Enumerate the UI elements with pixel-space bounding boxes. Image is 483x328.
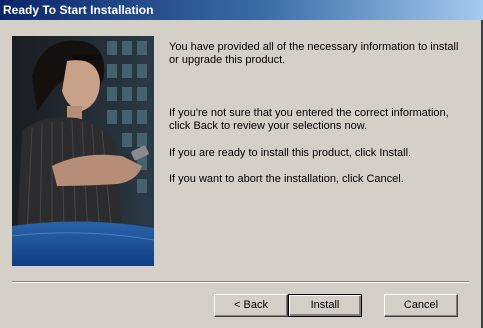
cancel-button[interactable]: Cancel	[384, 294, 458, 317]
install-hint-text: If you are ready to install this product…	[169, 147, 412, 159]
review-hint-text: If you're not sure that you entered the …	[169, 107, 449, 132]
button-divider	[12, 281, 469, 283]
cancel-hint-text: If you want to abort the installation, c…	[169, 173, 404, 185]
title-bar[interactable]: Ready To Start Installation	[0, 0, 483, 20]
window-title: Ready To Start Installation	[3, 3, 154, 17]
install-button[interactable]: Install	[288, 294, 362, 317]
back-button[interactable]: < Back	[214, 294, 288, 317]
info-complete-text: You have provided all of the necessary i…	[169, 41, 459, 66]
setup-banner-image	[12, 36, 154, 266]
